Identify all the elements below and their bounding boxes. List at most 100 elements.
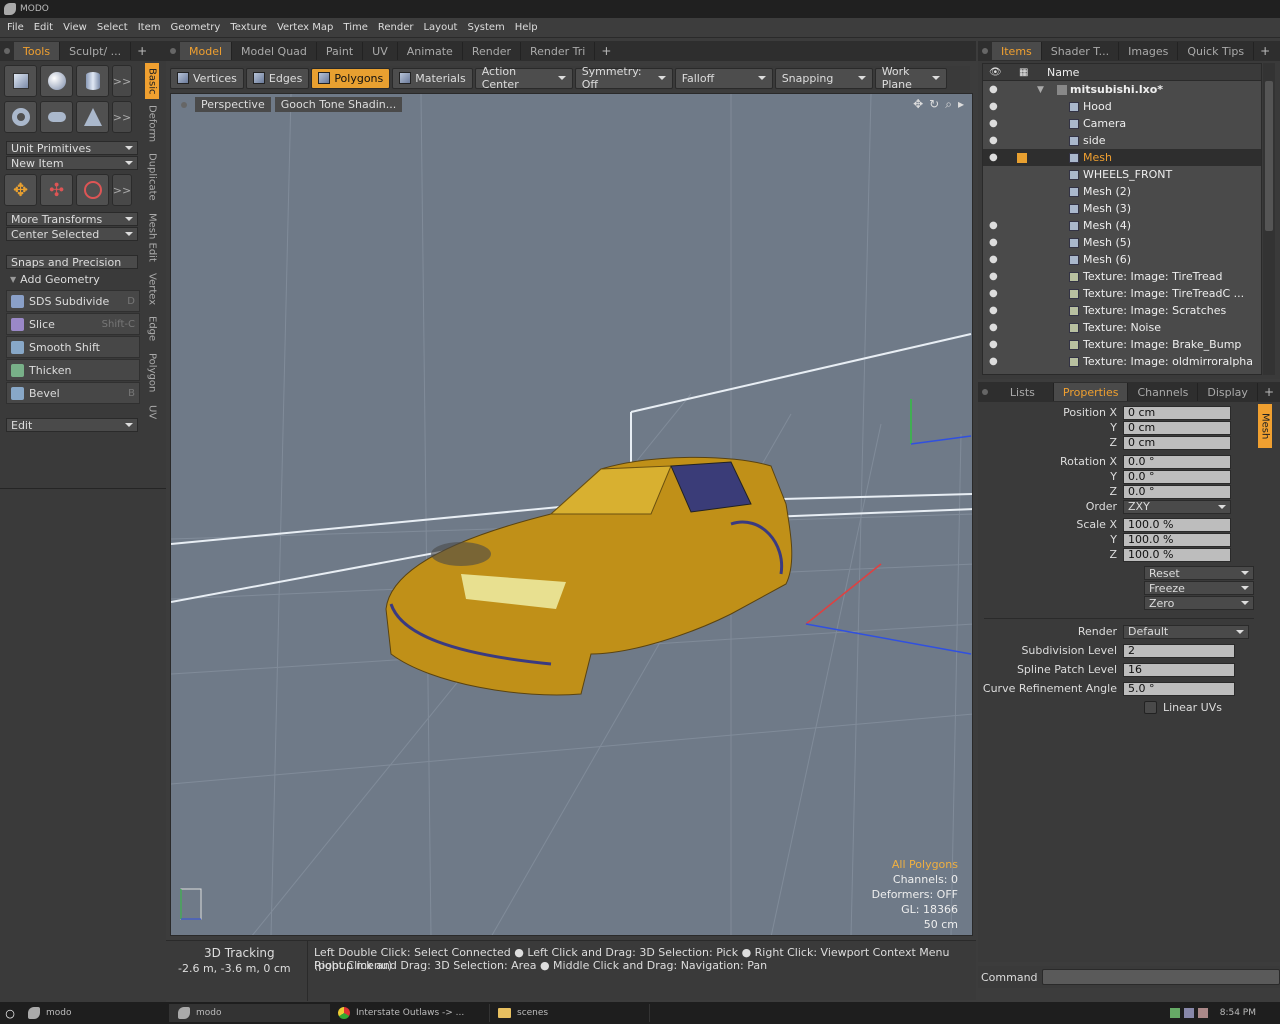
command-input[interactable]: [1041, 969, 1280, 985]
vtab-basic[interactable]: Basic: [145, 63, 159, 99]
tab-channels[interactable]: Channels: [1128, 383, 1199, 401]
vtab-mesh-edit[interactable]: Mesh Edit: [145, 209, 159, 265]
tab-shader-tree[interactable]: Shader T...: [1042, 42, 1120, 60]
vtab-deform[interactable]: Deform: [145, 103, 159, 145]
vtab-polygon[interactable]: Polygon: [145, 349, 159, 397]
item-row[interactable]: ● Texture: Image: TireTread: [983, 268, 1261, 285]
menu-time[interactable]: Time: [338, 22, 372, 33]
visibility-eye-icon[interactable]: ●: [989, 118, 1001, 129]
scene-root-row[interactable]: ● ▼ mitsubishi.lxo*: [983, 81, 1261, 98]
capsule-primitive-button[interactable]: [40, 101, 73, 133]
order-dropdown[interactable]: ZXY: [1123, 499, 1231, 514]
position-z-field[interactable]: 0 cm: [1123, 435, 1231, 450]
polygons-mode-button[interactable]: Polygons: [311, 67, 391, 89]
visibility-eye-icon[interactable]: ●: [989, 135, 1001, 146]
cylinder-primitive-button[interactable]: [76, 65, 109, 97]
scrollbar-thumb[interactable]: [1265, 81, 1273, 231]
tray-security-icon[interactable]: [1197, 1008, 1208, 1018]
zoom-icon[interactable]: ⌕: [945, 97, 952, 112]
position-x-field[interactable]: 0 cm: [1123, 405, 1231, 420]
item-row[interactable]: ● Mesh (6): [983, 251, 1261, 268]
menu-vertex-map[interactable]: Vertex Map: [272, 22, 338, 33]
more-transforms-button[interactable]: >>: [112, 174, 132, 206]
add-geometry-header[interactable]: ▼ Add Geometry: [10, 273, 100, 286]
tab-display[interactable]: Display: [1198, 383, 1258, 401]
scale-y-field[interactable]: 100.0 %: [1123, 532, 1231, 547]
menu-layout[interactable]: Layout: [418, 22, 462, 33]
tab-properties[interactable]: Properties: [1053, 383, 1129, 401]
item-row[interactable]: WHEELS_FRONT: [983, 166, 1261, 183]
visibility-eye-icon[interactable]: ●: [989, 339, 1001, 350]
add-tab-icon[interactable]: +: [595, 44, 617, 58]
render-dropdown[interactable]: Default: [1123, 624, 1249, 639]
taskbar-item-modo-2[interactable]: modo: [170, 1004, 330, 1022]
tray-volume-icon[interactable]: [1183, 1008, 1194, 1018]
rotate-view-icon[interactable]: ↻: [929, 97, 939, 112]
move-tool-button[interactable]: ✥: [4, 174, 37, 206]
scale-tool-button[interactable]: [76, 174, 109, 206]
tab-render[interactable]: Render: [463, 42, 521, 60]
visibility-eye-icon[interactable]: ●: [989, 152, 1001, 163]
sds-subdivide-tool[interactable]: SDS Subdivide D: [6, 290, 140, 312]
tab-images[interactable]: Images: [1119, 42, 1179, 60]
item-row[interactable]: ● Mesh (4): [983, 217, 1261, 234]
position-y-field[interactable]: 0 cm: [1123, 420, 1231, 435]
freeze-dropdown[interactable]: Freeze: [1144, 581, 1254, 595]
menu-texture[interactable]: Texture: [225, 22, 272, 33]
pan-icon[interactable]: ✥: [913, 97, 923, 112]
item-row[interactable]: ● Texture: Image: Scratches: [983, 302, 1261, 319]
tab-lists[interactable]: Lists: [992, 383, 1054, 401]
tab-paint[interactable]: Paint: [317, 42, 364, 60]
tab-tools[interactable]: Tools: [14, 42, 61, 60]
add-tab-icon[interactable]: +: [1254, 44, 1276, 58]
zero-dropdown[interactable]: Zero: [1144, 596, 1254, 610]
rotation-z-field[interactable]: 0.0 °: [1123, 484, 1231, 499]
item-row[interactable]: ● Camera: [983, 115, 1261, 132]
subdivision-level-field[interactable]: 2: [1123, 643, 1235, 658]
tab-animate[interactable]: Animate: [398, 42, 463, 60]
vtab-vertex[interactable]: Vertex: [145, 269, 159, 309]
vtab-mesh[interactable]: Mesh: [1258, 404, 1272, 448]
visibility-eye-icon[interactable]: ●: [989, 84, 1001, 95]
visibility-eye-icon[interactable]: ●: [989, 254, 1001, 265]
reset-dropdown[interactable]: Reset: [1144, 566, 1254, 580]
tab-sculpt[interactable]: Sculpt/ ...: [60, 42, 132, 60]
menu-system[interactable]: System: [462, 22, 509, 33]
visibility-eye-icon[interactable]: ●: [989, 305, 1001, 316]
item-row[interactable]: ● Texture: Noise: [983, 319, 1261, 336]
curve-refinement-angle-field[interactable]: 5.0 °: [1123, 681, 1235, 696]
vtab-edge[interactable]: Edge: [145, 313, 159, 345]
add-tab-icon[interactable]: +: [1258, 385, 1280, 399]
name-column-header[interactable]: Name: [1047, 66, 1079, 79]
visibility-eye-icon[interactable]: ●: [989, 237, 1001, 248]
vertices-mode-button[interactable]: Vertices: [170, 67, 244, 89]
tab-uv[interactable]: UV: [363, 42, 398, 60]
item-row[interactable]: ● Texture: Image: TireTreadC ...: [983, 285, 1261, 302]
item-row[interactable]: ● Mesh (5): [983, 234, 1261, 251]
edges-mode-button[interactable]: Edges: [245, 67, 310, 89]
item-row[interactable]: ● Mesh: [983, 149, 1261, 166]
smooth-shift-tool[interactable]: Smooth Shift: [6, 336, 140, 358]
more-transforms-dropdown[interactable]: More Transforms: [6, 212, 138, 226]
torus-primitive-button[interactable]: [4, 101, 37, 133]
visibility-eye-icon[interactable]: ●: [989, 271, 1001, 282]
rotation-y-field[interactable]: 0.0 °: [1123, 469, 1231, 484]
visibility-eye-icon[interactable]: ●: [989, 288, 1001, 299]
snaps-precision-button[interactable]: Snaps and Precision: [6, 255, 138, 269]
cube-primitive-button[interactable]: [4, 65, 37, 97]
tab-quick-tips[interactable]: Quick Tips: [1178, 42, 1255, 60]
visibility-eye-icon[interactable]: ●: [989, 101, 1001, 112]
new-item-dropdown[interactable]: New Item: [6, 156, 138, 170]
more-primitives-button[interactable]: >>: [112, 65, 132, 97]
item-row[interactable]: ● Hood: [983, 98, 1261, 115]
visibility-eye-icon[interactable]: ●: [989, 356, 1001, 367]
unit-primitives-dropdown[interactable]: Unit Primitives: [6, 141, 138, 155]
taskbar-item-modo-1[interactable]: modo: [20, 1004, 170, 1022]
cone-primitive-button[interactable]: [76, 101, 109, 133]
more-primitives-button[interactable]: >>: [112, 101, 132, 133]
thicken-tool[interactable]: Thicken: [6, 359, 140, 381]
tab-model[interactable]: Model: [180, 42, 233, 60]
visibility-eye-icon[interactable]: ●: [989, 220, 1001, 231]
tab-render-tri[interactable]: Render Tri: [521, 42, 596, 60]
scale-z-field[interactable]: 100.0 %: [1123, 547, 1231, 562]
